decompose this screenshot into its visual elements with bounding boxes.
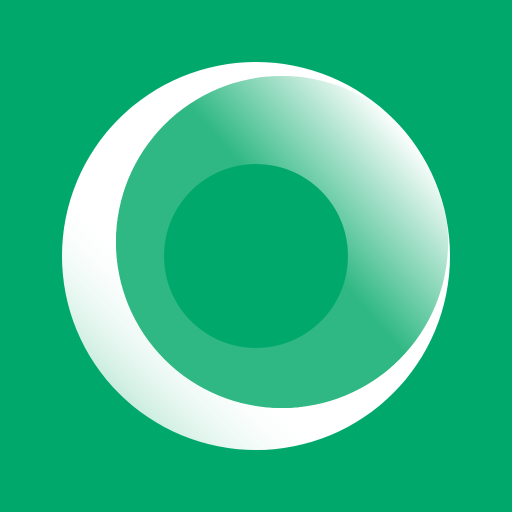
app-icon [0,0,512,512]
center-hole [164,164,348,348]
ring-logo-icon [0,0,512,512]
